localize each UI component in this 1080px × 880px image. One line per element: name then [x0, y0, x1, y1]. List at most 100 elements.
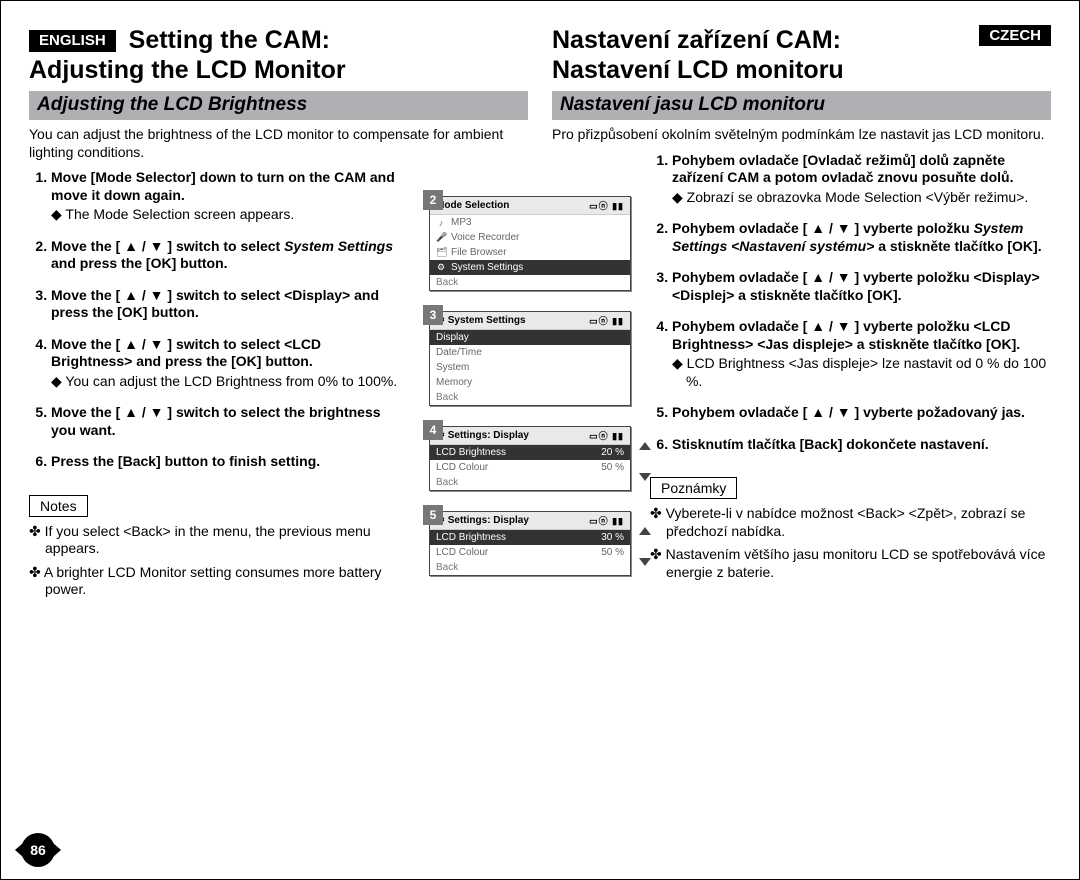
title-line1-en: Setting the CAM:	[129, 26, 330, 54]
status-icons: ▭ⓝ ▮▮	[589, 314, 624, 327]
steps-list-cz: Pohybem ovladače [Ovladač režimů] dolů z…	[650, 152, 1051, 454]
row-label: LCD Colour	[436, 547, 488, 558]
arrow-up-icon	[639, 527, 651, 535]
screen-number: 2	[423, 190, 443, 210]
title-line2-cz: Nastavení LCD monitoru	[552, 56, 844, 84]
lcd-screenshots: 2 Mode Selection▭ⓝ ▮▮ ♪MP3 🎤Voice Record…	[429, 196, 639, 596]
folder-icon: 🗂	[436, 247, 446, 258]
music-icon: ♪	[436, 218, 446, 228]
step-4-cz: Pohybem ovladače [ ▲ / ▼ ] vyberte polož…	[672, 318, 1051, 390]
page-title-cz: Nastavení zařízení CAM: Nastavení LCD mo…	[552, 25, 1051, 85]
arrow-down-icon	[639, 558, 651, 566]
list-item: LCD Colour 50 %	[430, 545, 630, 560]
notes-list-cz: Vyberete-li v nabídce možnost <Back> <Zp…	[650, 505, 1051, 581]
page-title-en: ENGLISH Setting the CAM: Adjusting the L…	[29, 25, 528, 85]
step-4: Move the [ ▲ / ▼ ] switch to select <LCD…	[51, 336, 398, 391]
row-label: Voice Recorder	[451, 232, 519, 243]
row-value: 30 %	[601, 532, 624, 543]
row-label: LCD Colour	[436, 462, 488, 473]
list-item: Date/Time	[430, 345, 630, 360]
lang-badge-english: ENGLISH	[29, 30, 116, 52]
lcd-title: ⚙ Settings: Display	[436, 430, 529, 441]
note-2: A brighter LCD Monitor setting consumes …	[29, 564, 398, 599]
notes-list-en: If you select <Back> in the menu, the pr…	[29, 523, 398, 599]
list-item-back: Back	[430, 475, 630, 490]
note-2-cz: Nastavením většího jasu monitoru LCD se …	[650, 546, 1051, 581]
step-6: Press the [Back] button to finish settin…	[51, 453, 398, 471]
status-icons: ▭ⓝ ▮▮	[589, 429, 624, 442]
step-1: Move [Mode Selector] down to turn on the…	[51, 169, 398, 224]
step-2a-cz: Pohybem ovladače [ ▲ / ▼ ] vyberte polož…	[672, 220, 974, 236]
step-5: Move the [ ▲ / ▼ ] switch to select the …	[51, 404, 398, 439]
list-item-selected: ⚙ System Settings	[430, 260, 630, 275]
gear-icon: ⚙	[436, 262, 446, 273]
section-header-en: Adjusting the LCD Brightness	[29, 91, 528, 120]
step-3: Move the [ ▲ / ▼ ] switch to select <Dis…	[51, 287, 398, 322]
step-1-sub: The Mode Selection screen appears.	[51, 206, 398, 224]
row-value: 20 %	[601, 447, 624, 458]
screen-2: 2 Mode Selection▭ⓝ ▮▮ ♪MP3 🎤Voice Record…	[429, 196, 639, 291]
list-item-back: Back	[430, 390, 630, 405]
screen-3: 3 ⚙ System Settings▭ⓝ ▮▮ Display Date/Ti…	[429, 311, 639, 406]
step-2b-cz: a stiskněte tlačítko [OK].	[874, 238, 1041, 254]
lcd-title: ⚙ Settings: Display	[436, 515, 529, 526]
step-4-text: Move the [ ▲ / ▼ ] switch to select <LCD…	[51, 336, 321, 370]
list-item-selected: LCD Brightness 30 %	[430, 530, 630, 545]
step-2-em: System Settings	[284, 238, 393, 254]
lcd-settings-display: ⚙ Settings: Display ▭ⓝ ▮▮ LCD Brightness 3…	[429, 511, 631, 576]
lcd-system-settings: ⚙ System Settings ▭ⓝ ▮▮ Display Date/Time…	[429, 311, 631, 406]
lcd-settings-display: ⚙ Settings: Display ▭ⓝ ▮▮ LCD Brightness 2…	[429, 426, 631, 491]
step-1-text: Move [Mode Selector] down to turn on the…	[51, 169, 395, 203]
step-5-cz: Pohybem ovladače [ ▲ / ▼ ] vyberte požad…	[672, 404, 1051, 422]
screen-number: 3	[423, 305, 443, 325]
step-1-cz: Pohybem ovladače [Ovladač režimů] dolů z…	[672, 152, 1051, 207]
row-label: System Settings	[451, 262, 523, 273]
step-2: Move the [ ▲ / ▼ ] switch to select Syst…	[51, 238, 398, 273]
step-1-text-cz: Pohybem ovladače [Ovladač režimů] dolů z…	[672, 152, 1013, 186]
row-value: 50 %	[601, 547, 624, 558]
section-header-cz: Nastavení jasu LCD monitoru	[552, 91, 1051, 120]
list-item: Memory	[430, 375, 630, 390]
row-label: LCD Brightness	[436, 532, 506, 543]
list-item-selected: LCD Brightness 20 %	[430, 445, 630, 460]
list-item-back: Back	[430, 560, 630, 575]
screen-4: 4 ⚙ Settings: Display▭ⓝ ▮▮ LCD Brightnes…	[429, 426, 639, 491]
screen-5: 5 ⚙ Settings: Display▭ⓝ ▮▮ LCD Brightnes…	[429, 511, 639, 576]
list-item: LCD Colour 50 %	[430, 460, 630, 475]
step-2-cz: Pohybem ovladače [ ▲ / ▼ ] vyberte polož…	[672, 220, 1051, 255]
step-4-sub: You can adjust the LCD Brightness from 0…	[51, 373, 398, 391]
lcd-title: Mode Selection	[436, 200, 509, 211]
list-item: ♪ MP3	[430, 215, 630, 230]
arrow-down-icon	[639, 473, 651, 481]
step-4-text-cz: Pohybem ovladače [ ▲ / ▼ ] vyberte polož…	[672, 318, 1020, 352]
step-6-cz: Stisknutím tlačítka [Back] dokončete nas…	[672, 436, 1051, 454]
lcd-title: ⚙ System Settings	[436, 315, 526, 326]
row-label: File Browser	[451, 247, 507, 258]
list-item: System	[430, 360, 630, 375]
list-item-selected: Display	[430, 330, 630, 345]
note-1: If you select <Back> in the menu, the pr…	[29, 523, 398, 558]
intro-cz: Pro přizpůsobení okolním světelným podmí…	[552, 126, 1051, 144]
status-icons: ▭ⓝ ▮▮	[589, 514, 624, 527]
step-2b: and press the [OK] button.	[51, 255, 228, 271]
step-2a: Move the [ ▲ / ▼ ] switch to select	[51, 238, 284, 254]
status-icons: ▭ⓝ ▮▮	[589, 199, 624, 212]
screen-number: 5	[423, 505, 443, 525]
list-item: 🎤 Voice Recorder	[430, 230, 630, 245]
intro-en: You can adjust the brightness of the LCD…	[29, 126, 528, 161]
lang-badge-czech: CZECH	[979, 25, 1051, 46]
row-label: LCD Brightness	[436, 447, 506, 458]
mic-icon: 🎤	[436, 232, 446, 243]
row-label: Back	[436, 277, 458, 288]
list-item-back: Back	[430, 275, 630, 290]
title-line2-en: Adjusting the LCD Monitor	[29, 56, 346, 84]
lcd-mode-selection: Mode Selection ▭ⓝ ▮▮ ♪ MP3 🎤 Voice Recorder…	[429, 196, 631, 291]
row-label: MP3	[451, 217, 472, 228]
manual-page: ENGLISH Setting the CAM: Adjusting the L…	[0, 0, 1080, 880]
screen-number: 4	[423, 420, 443, 440]
step-1-sub-cz: Zobrazí se obrazovka Mode Selection <Výb…	[672, 189, 1051, 207]
row-value: 50 %	[601, 462, 624, 473]
title-line1-cz: Nastavení zařízení CAM:	[552, 26, 841, 54]
list-item: 🗂 File Browser	[430, 245, 630, 260]
notes-label-cz: Poznámky	[650, 477, 737, 499]
